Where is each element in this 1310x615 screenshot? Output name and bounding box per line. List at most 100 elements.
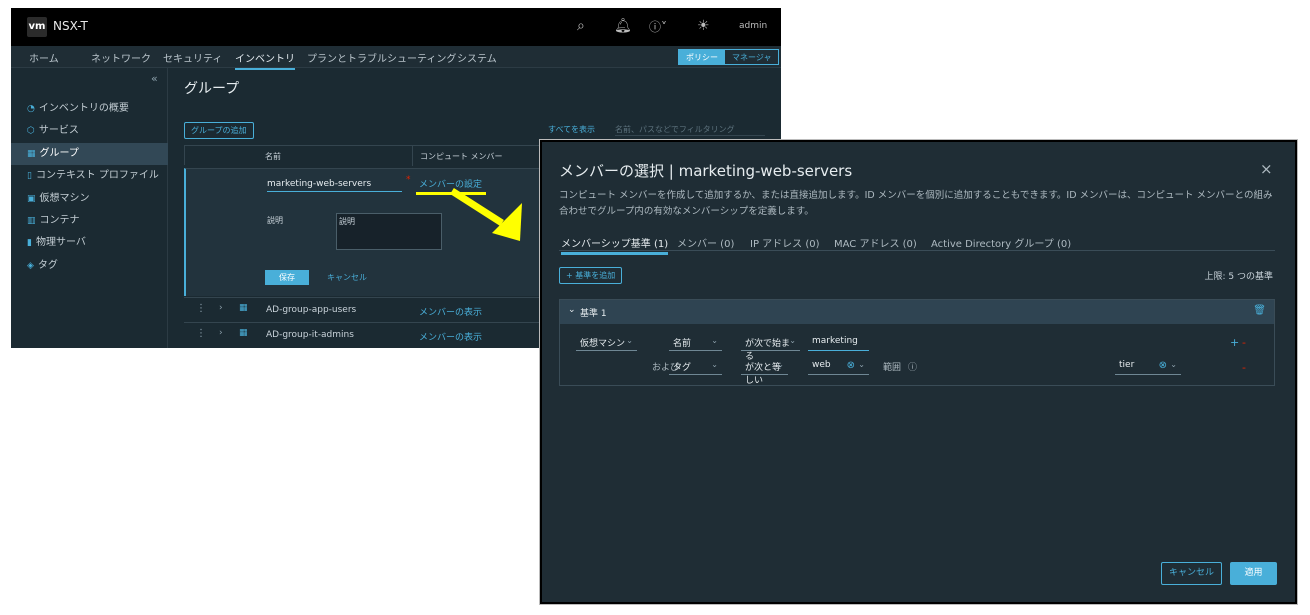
nav-system[interactable]: システム <box>457 50 497 65</box>
delete-criterion-icon[interactable]: 🗑︎ <box>1253 305 1266 316</box>
top-nav: ホーム ネットワーク セキュリティ インベントリ プランとトラブルシューティング… <box>11 46 781 70</box>
criteria-limit: 上限: 5 つの基準 <box>1204 272 1273 282</box>
column-name: 名前 <box>265 152 281 161</box>
filter-input[interactable]: 名前、パスなどでフィルタリング <box>615 124 765 136</box>
view-members-link[interactable]: メンバーの表示 <box>419 330 482 343</box>
sidebar-item[interactable]: ▮ 物理サーバ <box>11 232 168 254</box>
sidebar-item-label: 物理サーバ <box>35 237 86 249</box>
tab-ad-groups[interactable]: Active Directory グループ (0) <box>931 235 1071 250</box>
tab-mac-addresses[interactable]: MAC アドレス (0) <box>834 235 917 250</box>
clear-scope-icon[interactable]: ⊗ <box>1159 360 1167 371</box>
add-criteria-button[interactable]: + 基準を追加 <box>559 267 623 284</box>
description-label: 説明 <box>267 216 283 225</box>
nav-network[interactable]: ネットワーク <box>91 50 151 65</box>
group-name: AD-group-app-users <box>266 305 357 315</box>
tag-value-select[interactable]: web ⊗ ⌄ <box>808 359 869 375</box>
value-input[interactable]: marketing <box>808 335 869 351</box>
dialog-description: コンピュート メンバーを作成して追加するか、または直接追加します。ID メンバー… <box>559 190 1273 217</box>
policy-button[interactable]: ポリシー <box>679 50 725 64</box>
remove-condition-icon[interactable]: - <box>1242 361 1246 374</box>
close-icon[interactable]: × <box>1260 160 1273 178</box>
app-title: NSX-T <box>53 19 88 33</box>
criterion-header: ⌄ 基準 1 🗑︎ <box>560 300 1274 324</box>
criterion-card: ⌄ 基準 1 🗑︎ 仮想マシン ⌄ 名前 ⌄ が次で始まる ⌄ marketing +… <box>559 299 1275 386</box>
tab-members[interactable]: メンバー (0) <box>677 235 734 250</box>
policy-manager-toggle: ポリシー マネージャ <box>678 49 780 65</box>
help-icon[interactable]: ⓘ˅ <box>649 18 667 35</box>
nav-inventory[interactable]: インベントリ <box>235 50 295 70</box>
group-name-input[interactable]: marketing-web-servers <box>267 179 402 192</box>
sidebar-icon: ▥ <box>27 216 36 226</box>
nav-home[interactable]: ホーム <box>29 50 59 65</box>
cancel-edit-button[interactable]: キャンセル <box>327 272 367 283</box>
sidebar-item[interactable]: ▯ コンテキスト プロファイル <box>11 165 168 187</box>
sidebar-icon: ◈ <box>27 260 34 271</box>
sidebar-item-label: コンテナ <box>39 215 80 226</box>
vmware-logo: vm <box>27 17 47 37</box>
sidebar-icon: ▦ <box>27 148 36 159</box>
collapse-chevron-icon[interactable]: ⌄ <box>568 305 576 315</box>
sidebar: « ◔ インベントリの概要 ⬡ サービス ▦ グループ ▯ コンテキスト プロファイル ▣ 仮想マ… <box>11 68 168 348</box>
sidebar-icon: ▮ <box>27 238 32 249</box>
sidebar-item[interactable]: ⬡ サービス <box>11 120 168 142</box>
info-icon[interactable]: ⓘ <box>908 360 917 373</box>
tag-field-select[interactable]: タグ ⌄ <box>669 359 722 375</box>
dialog-title: メンバーの選択 | marketing-web-servers <box>559 162 853 180</box>
select-members-dialog: メンバーの選択 | marketing-web-servers × コンピュート… <box>539 139 1298 605</box>
save-button[interactable]: 保存 <box>265 270 309 285</box>
sidebar-item[interactable]: ◔ インベントリの概要 <box>11 98 168 120</box>
add-group-button[interactable]: グループの追加 <box>184 122 254 139</box>
tab-membership-criteria[interactable]: メンバーシップ基準 (1) <box>561 235 669 255</box>
member-type-select[interactable]: 仮想マシン ⌄ <box>576 335 637 351</box>
sidebar-item-label: タグ <box>37 259 58 271</box>
apply-button[interactable]: 適用 <box>1230 562 1277 585</box>
sidebar-item-label: インベントリの概要 <box>38 103 129 114</box>
manager-button[interactable]: マネージャ <box>725 50 778 64</box>
column-compute-members: コンピュート メンバー <box>420 152 503 161</box>
cancel-button[interactable]: キャンセル <box>1161 562 1222 585</box>
nav-security[interactable]: セキュリティ <box>163 50 222 65</box>
sidebar-icon: ▯ <box>27 171 32 182</box>
page-title: グループ <box>184 81 240 97</box>
operator-select[interactable]: が次で始まる ⌄ <box>741 335 800 362</box>
sidebar-item[interactable]: ◈ タグ <box>11 255 168 277</box>
group-icon: ▦ <box>239 303 248 313</box>
expand-chevron-icon[interactable]: › <box>219 328 223 338</box>
required-marker: * <box>406 175 411 185</box>
sidebar-icon: ◔ <box>27 104 35 114</box>
group-icon: ▦ <box>239 328 248 338</box>
field-select[interactable]: 名前 ⌄ <box>669 335 722 351</box>
view-members-link[interactable]: メンバーの表示 <box>419 305 482 318</box>
description-textarea[interactable]: 説明 <box>336 213 442 250</box>
search-icon[interactable]: ⌕ <box>577 18 585 34</box>
bell-icon[interactable]: 🔔︎ <box>614 18 632 34</box>
scope-select[interactable]: tier ⊗ ⌄ <box>1115 359 1181 375</box>
equals-operator-select[interactable]: が次と等しい ⌄ <box>741 359 788 386</box>
user-menu[interactable]: admin <box>739 21 767 31</box>
add-condition-icon[interactable]: + <box>1230 336 1239 349</box>
sidebar-item-label: 仮想マシン <box>39 192 90 204</box>
row-menu-icon[interactable]: ⋮ <box>196 328 206 339</box>
show-all-link[interactable]: すべてを表示 <box>548 124 595 135</box>
sidebar-item-label: サービス <box>38 125 79 137</box>
sidebar-item[interactable]: ▥ コンテナ <box>11 210 168 232</box>
sidebar-icon: ▣ <box>27 193 36 204</box>
collapse-sidebar-icon[interactable]: « <box>151 72 158 85</box>
clear-icon[interactable]: ⊗ <box>847 360 855 371</box>
criterion-title: 基準 1 <box>580 309 607 319</box>
sidebar-icon: ⬡ <box>27 126 35 137</box>
tab-ip-addresses[interactable]: IP アドレス (0) <box>750 235 820 250</box>
scope-label: 範囲 <box>883 363 902 373</box>
sidebar-item[interactable]: ▣ 仮想マシン <box>11 188 168 210</box>
remove-condition-icon[interactable]: - <box>1242 336 1246 349</box>
header-bar: vm NSX-T ⌕ 🔔︎ ⓘ˅ ☀ admin <box>11 8 781 46</box>
nav-plan-troubleshoot[interactable]: プランとトラブルシューティング <box>307 50 456 65</box>
row-menu-icon[interactable]: ⋮ <box>196 303 206 314</box>
sidebar-item-label: グループ <box>39 147 79 159</box>
group-name: AD-group-it-admins <box>266 330 354 340</box>
expand-chevron-icon[interactable]: › <box>219 303 223 313</box>
sidebar-item-label: コンテキスト プロファイル <box>35 170 159 182</box>
sidebar-item[interactable]: ▦ グループ <box>11 142 168 165</box>
yellow-arrow <box>450 188 522 241</box>
theme-sun-icon[interactable]: ☀ <box>697 18 710 34</box>
